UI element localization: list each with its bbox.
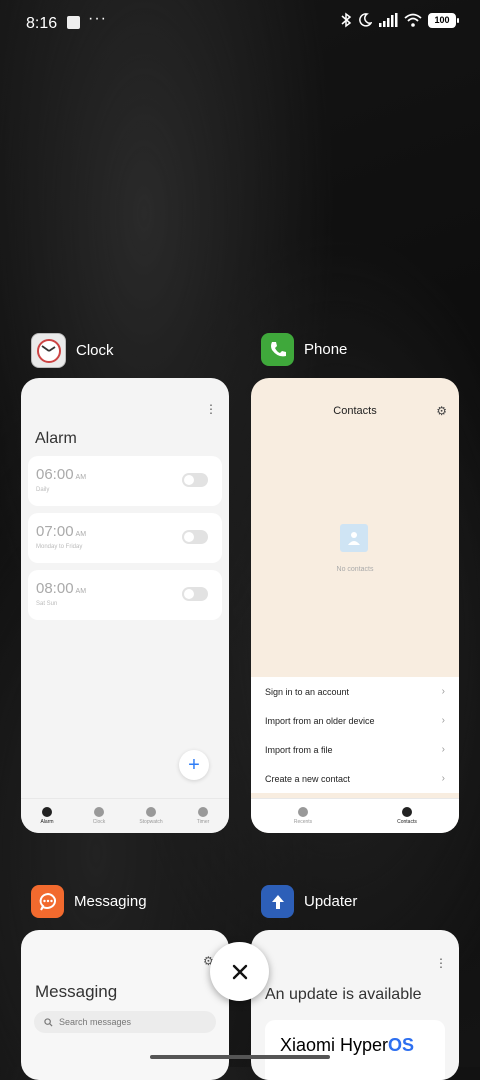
app-header-messaging[interactable]: Messaging bbox=[31, 885, 147, 918]
messaging-app-icon[interactable] bbox=[31, 885, 64, 918]
alarm-item[interactable]: 06:00 AM Daily bbox=[28, 456, 222, 506]
clear-all-button[interactable] bbox=[210, 942, 269, 1001]
import-file-item[interactable]: Import from a file › bbox=[251, 735, 459, 764]
wifi-icon bbox=[404, 13, 422, 27]
alarm-repeat: Monday to Friday bbox=[36, 544, 83, 550]
hyperos-banner: Xiaomi HyperOS bbox=[265, 1020, 445, 1080]
recent-app-card-clock[interactable]: ⋮ Alarm 06:00 AM Daily 07:00 AM Monday to … bbox=[21, 378, 229, 833]
more-options-icon[interactable]: ⋮ bbox=[435, 956, 447, 970]
messaging-title: Messaging bbox=[35, 982, 118, 1001]
no-contacts-text: No contacts bbox=[336, 566, 374, 573]
person-icon bbox=[402, 807, 412, 817]
phone-bottom-nav: Recents Contacts bbox=[251, 798, 459, 833]
status-time: 8:16 bbox=[26, 15, 58, 32]
alarm-repeat: Sat Sun bbox=[36, 601, 58, 607]
alarm-item[interactable]: 07:00 AM Monday to Friday bbox=[28, 513, 222, 563]
nav-timer[interactable]: Timer bbox=[177, 799, 229, 833]
alarm-toggle[interactable] bbox=[182, 587, 208, 601]
updater-app-icon[interactable] bbox=[261, 885, 294, 918]
alarm-time: 08:00 AM bbox=[36, 580, 87, 597]
recent-app-card-phone[interactable]: Contacts ⚙ No contacts Sign in to an acc… bbox=[251, 378, 459, 833]
clock-app-icon[interactable] bbox=[31, 333, 66, 368]
stopwatch-icon bbox=[146, 807, 156, 817]
create-contact-item[interactable]: Create a new contact › bbox=[251, 764, 459, 793]
phone-app-icon[interactable] bbox=[261, 333, 294, 366]
alarm-icon bbox=[42, 807, 52, 817]
nav-contacts[interactable]: Contacts bbox=[355, 799, 459, 833]
notification-icon bbox=[67, 16, 80, 29]
timer-icon bbox=[198, 807, 208, 817]
app-header-updater[interactable]: Updater bbox=[261, 885, 357, 918]
more-options-icon[interactable]: ⋮ bbox=[205, 402, 217, 416]
app-name-phone: Phone bbox=[304, 341, 348, 358]
battery-icon: 100 bbox=[428, 12, 459, 28]
chevron-right-icon: › bbox=[441, 715, 445, 726]
alarm-toggle[interactable] bbox=[182, 530, 208, 544]
app-name-updater: Updater bbox=[304, 893, 358, 910]
app-name-clock: Clock bbox=[76, 342, 114, 359]
chevron-right-icon: › bbox=[441, 686, 445, 697]
add-alarm-button[interactable]: + bbox=[179, 750, 209, 780]
chevron-right-icon: › bbox=[441, 773, 445, 784]
search-messages-input[interactable]: Search messages bbox=[34, 1011, 216, 1033]
settings-icon[interactable]: ⚙ bbox=[436, 404, 447, 418]
nav-alarm[interactable]: Alarm bbox=[21, 799, 73, 833]
signal-icon bbox=[379, 13, 398, 27]
moon-icon bbox=[359, 13, 372, 27]
sign-in-item[interactable]: Sign in to an account › bbox=[251, 677, 459, 706]
app-header-phone[interactable]: Phone bbox=[261, 333, 347, 366]
nav-recents[interactable]: Recents bbox=[251, 799, 355, 833]
bluetooth-icon bbox=[341, 12, 352, 28]
nav-clock[interactable]: Clock bbox=[73, 799, 125, 833]
phone-icon bbox=[298, 807, 308, 817]
nav-stopwatch[interactable]: Stopwatch bbox=[125, 799, 177, 833]
app-name-messaging: Messaging bbox=[74, 893, 147, 910]
contacts-title: Contacts bbox=[333, 405, 377, 417]
contacts-actions: Sign in to an account › Import from an ol… bbox=[251, 677, 459, 793]
empty-contacts-icon bbox=[340, 524, 368, 552]
update-title: An update is available bbox=[265, 986, 422, 1003]
import-device-item[interactable]: Import from an older device › bbox=[251, 706, 459, 735]
alarm-time: 07:00 AM bbox=[36, 523, 87, 540]
close-icon bbox=[232, 964, 247, 979]
home-indicator[interactable] bbox=[150, 1055, 330, 1059]
clock-bottom-nav: Alarm Clock Stopwatch Timer bbox=[21, 798, 229, 833]
chevron-right-icon: › bbox=[441, 744, 445, 755]
alarm-repeat: Daily bbox=[36, 487, 50, 493]
status-bar: 8:16 ··· 100 bbox=[0, 0, 480, 48]
search-icon bbox=[44, 1017, 53, 1027]
app-header-clock[interactable]: Clock bbox=[31, 333, 114, 368]
alarm-title: Alarm bbox=[35, 430, 77, 447]
alarm-toggle[interactable] bbox=[182, 473, 208, 487]
clock-icon bbox=[94, 807, 104, 817]
hyperos-logo: Xiaomi HyperOS bbox=[280, 1035, 415, 1055]
alarm-time: 06:00 AM bbox=[36, 466, 87, 483]
more-notifications-icon: ··· bbox=[88, 10, 107, 27]
alarm-item[interactable]: 08:00 AM Sat Sun bbox=[28, 570, 222, 620]
